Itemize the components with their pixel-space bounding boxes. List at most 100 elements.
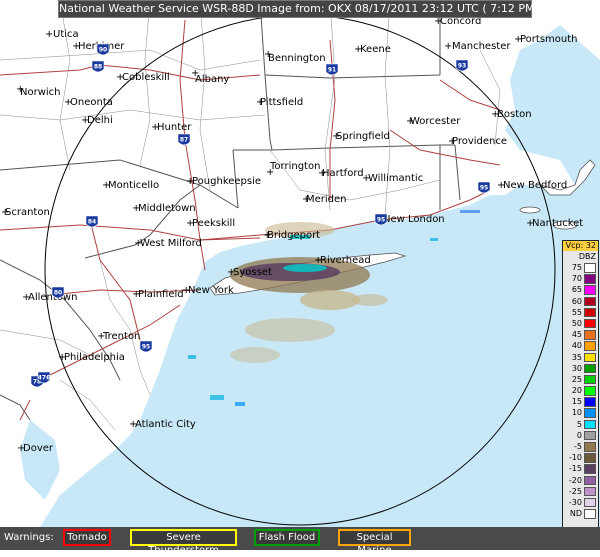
city-label-scranton: Scranton [5,207,50,218]
legend-row: ND [563,508,598,519]
legend-row: 75 [563,262,598,273]
city-label-hunter: Hunter [157,122,192,133]
city-label-middletown: Middletown [138,203,196,214]
legend-color-swatch [584,307,596,318]
special-marine-warning-button[interactable]: Special Marine [338,529,411,556]
flash-flood-warning-label: Flash Flood [258,532,316,543]
legend-value-label: 5 [576,419,582,429]
legend-color-swatch [584,408,596,418]
city-label-manchester: Manchester [452,41,511,52]
legend-row: 65 [563,284,598,295]
legend-row: 20 [563,385,598,396]
legend-color-swatch [584,509,596,519]
warnings-bar: Warnings: Tornado Severe Thunderstorm Fl… [0,527,600,556]
flash-flood-warning-button[interactable]: Flash Flood [254,529,320,546]
echo-east [352,294,388,306]
svg-text:93: 93 [458,63,466,70]
svg-text:91: 91 [328,67,336,74]
legend-value-label: 20 [571,386,582,396]
svg-text:95: 95 [480,185,488,192]
svg-text:87: 87 [180,137,188,144]
legend-value-label: -5 [574,442,582,451]
legend-color-swatch [584,341,596,351]
legend-color-swatch [584,497,596,508]
svg-text:95: 95 [142,344,150,351]
city-label-meriden: Meriden [306,194,347,205]
legend-row: 30 [563,363,598,374]
city-label-syosset: Syosset [233,267,272,278]
echo-ri-coast [460,210,480,213]
city-label-worcester: Worcester [410,116,461,127]
legend-value-label: 65 [571,285,582,295]
severe-thunderstorm-warning-label: Severe Thunderstorm [148,532,219,556]
svg-text:80: 80 [54,290,62,297]
legend-color-swatch [584,419,596,430]
legend-value-label: 50 [571,318,582,328]
echo-nj-coast-2 [235,402,245,406]
legend-row: 45 [563,329,598,340]
legend-color-swatch [584,318,596,329]
legend-color-swatch [584,363,596,374]
interstate-87-shield-icon: 87 [177,133,191,146]
city-label-oneonta: Oneonta [70,97,113,108]
svg-text:84: 84 [88,219,96,226]
legend-rows: 75 70 65 60 55 50 45 40 35 30 25 20 15 10 5 0 -5 -10 -15 -2… [563,262,598,519]
legend-row: -25 [563,486,598,497]
severe-thunderstorm-warning-button[interactable]: Severe Thunderstorm [130,529,237,556]
legend-row: 55 [563,307,598,318]
city-label-west-milford: West Milford [140,238,202,249]
radar-map: +Utica+Herkimer+Bennington+Keene+Concord… [0,0,600,550]
legend-color-swatch [584,386,596,396]
legend-color-swatch [584,352,596,362]
city-label-keene: Keene [360,44,391,55]
city-label-new-york: New York [188,285,234,296]
city-label-bennington: Bennington [268,53,326,64]
legend-row: 15 [563,396,598,407]
echo-li-sound [430,238,438,241]
legend-value-label: 45 [571,330,582,340]
city-label-poughkeepsie: Poughkeepsie [192,176,261,187]
city-label-nantucket: Nantucket [532,218,583,229]
legend-color-swatch [584,442,596,452]
svg-text:476: 476 [38,375,51,382]
legend-row: 35 [563,352,598,363]
legend-color-swatch [584,296,596,307]
interstate-88-shield-icon: 88 [91,60,105,73]
legend-row: -15 [563,463,598,474]
city-label-springfield: Springfield [336,131,390,142]
legend-color-swatch [584,263,596,273]
interstate-476-shield-icon: 476 [37,371,51,384]
legend-value-label: 25 [571,374,582,384]
city-label-bridgeport: Bridgeport [267,230,320,241]
legend-color-swatch [584,274,596,284]
city-label-hartford: Hartford [322,168,364,179]
city-label-new-london: New London [383,214,445,225]
city-label-norwich: Norwich [20,87,61,98]
tornado-warning-button[interactable]: Tornado [63,529,111,546]
legend-value-label: 60 [571,296,582,306]
interstate-95-shield-icon: 95 [139,340,153,353]
city-label-delhi: Delhi [87,115,113,126]
legend-row: 0 [563,430,598,441]
echo-sw [230,347,280,363]
legend-row: 5 [563,419,598,430]
title-bar: National Weather Service WSR-88D Image f… [58,0,564,18]
svg-text:88: 88 [94,64,102,71]
legend-color-swatch [584,374,596,385]
svg-text:95: 95 [377,217,385,224]
city-label-new-bedford: New Bedford [503,180,567,191]
legend-value-label: 15 [571,397,582,407]
city-label-albany: Albany [195,74,229,85]
city-label-cobleskill: Cobleskill [122,72,170,83]
interstate-95-shield-icon: 95 [477,181,491,194]
interstate-95-shield-icon: 95 [374,213,388,226]
legend-color-swatch [584,285,596,295]
interstate-90-shield-icon: 90 [96,43,110,56]
legend-row: 10 [563,407,598,418]
interstate-80-shield-icon: 80 [51,286,65,299]
city-label-pittsfield: Pittsfield [260,97,303,108]
legend-color-swatch [584,475,596,486]
echo-sea-south [300,290,360,310]
city-label-monticello: Monticello [108,180,159,191]
echo-sea-spokes [245,318,335,342]
